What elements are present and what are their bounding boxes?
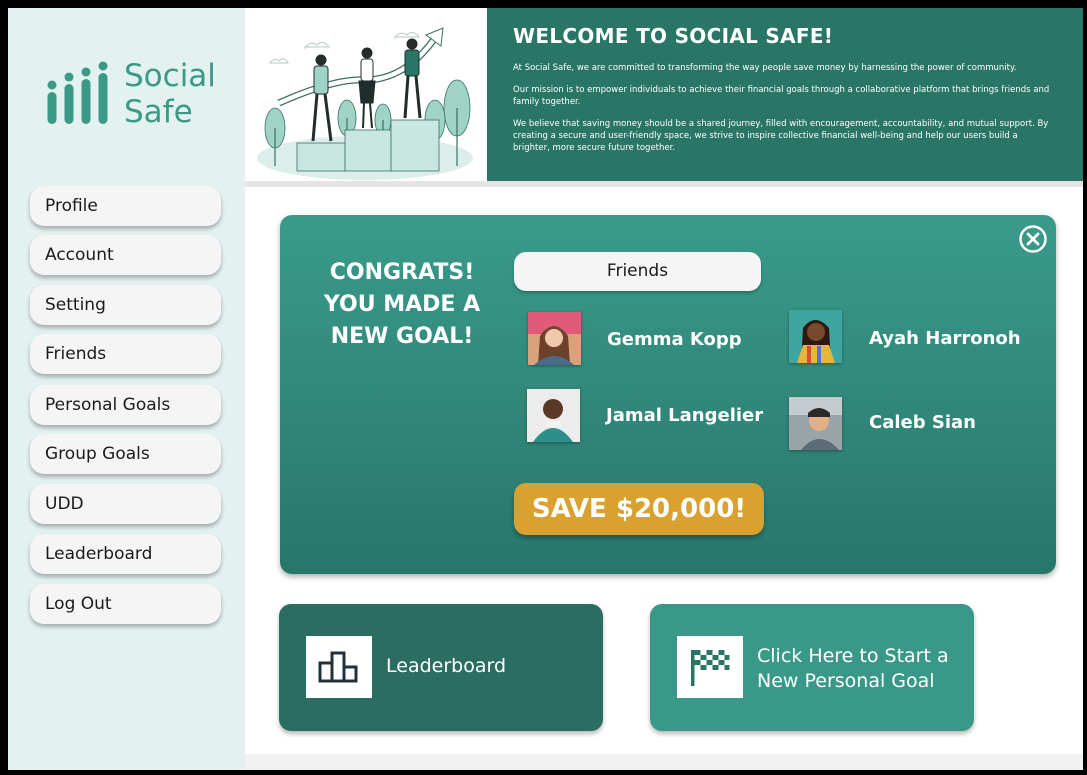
teamwork-illustration-image — [257, 27, 473, 180]
logo-text: Social Safe — [124, 58, 216, 130]
welcome-paragraph-3: We believe that saving money should be a… — [513, 119, 1049, 153]
avatar-photo — [789, 397, 842, 450]
checkered-flag-icon — [691, 650, 730, 686]
logo-line1: Social — [124, 58, 216, 94]
logo-line2: Safe — [124, 94, 193, 130]
friend-avatar-jamal[interactable] — [527, 389, 580, 442]
sidebar-item-profile[interactable]: Profile — [30, 186, 221, 226]
friend-name-2: Ayah Harronoh — [869, 328, 1021, 349]
sidebar-item-leaderboard[interactable]: Leaderboard — [30, 534, 221, 574]
close-button[interactable] — [1018, 224, 1048, 254]
friend-avatar-caleb[interactable] — [789, 397, 842, 450]
sidebar-item-group-goals[interactable]: Group Goals — [30, 434, 221, 474]
teamwork-illustration — [245, 8, 487, 181]
new-goal-label-line1: Click Here to Start a — [757, 645, 949, 667]
welcome-paragraph-1: At Social Safe, we are committed to tran… — [513, 63, 1017, 73]
logo: Social Safe — [44, 58, 224, 130]
new-goal-card-label: Click Here to Start a New Personal Goal — [757, 644, 949, 694]
sidebar: Social Safe Profile Account Setting Frie… — [8, 8, 245, 770]
close-icon — [1019, 225, 1047, 253]
sidebar-item-setting[interactable]: Setting — [30, 285, 221, 325]
sidebar-item-personal-goals[interactable]: Personal Goals — [30, 385, 221, 425]
leaderboard-card-label: Leaderboard — [386, 655, 507, 677]
friends-header[interactable]: Friends — [514, 252, 761, 291]
avatar-photo — [528, 312, 581, 365]
congrats-card: CONGRATS! YOU MADE A NEW GOAL! Friends G… — [280, 215, 1056, 574]
friend-name-3: Jamal Langelier — [606, 405, 764, 426]
friend-avatar-gemma[interactable] — [528, 312, 581, 365]
leaderboard-icon-box — [306, 636, 372, 698]
podium-icon — [318, 651, 358, 683]
sidebar-item-udd[interactable]: UDD — [30, 484, 221, 524]
leaderboard-card[interactable]: Leaderboard — [279, 604, 603, 731]
avatar-photo — [527, 389, 580, 442]
welcome-title: WELCOME TO SOCIAL SAFE! — [513, 24, 834, 48]
new-goal-icon-box — [677, 636, 743, 698]
congrats-title-line3: NEW GOAL! — [330, 324, 474, 349]
friend-name-1: Gemma Kopp — [607, 329, 742, 350]
congrats-title: CONGRATS! YOU MADE A NEW GOAL! — [306, 257, 498, 353]
bottom-bar — [245, 754, 1083, 770]
app-window: Social Safe Profile Account Setting Frie… — [8, 8, 1083, 770]
congrats-title-line1: CONGRATS! — [329, 260, 475, 285]
avatar-photo — [789, 310, 842, 363]
new-goal-card[interactable]: Click Here to Start a New Personal Goal — [650, 604, 974, 731]
welcome-paragraph-2: Our mission is to empower individuals to… — [513, 85, 1050, 107]
welcome-banner: WELCOME TO SOCIAL SAFE! At Social Safe, … — [487, 8, 1083, 181]
header-divider — [245, 181, 1083, 187]
save-goal-button[interactable]: SAVE $20,000! — [514, 483, 764, 535]
congrats-title-line2: YOU MADE A — [323, 292, 481, 317]
sidebar-item-friends[interactable]: Friends — [30, 334, 221, 374]
logo-bars-icon — [47, 61, 108, 124]
new-goal-label-line2: New Personal Goal — [757, 670, 935, 692]
sidebar-item-account[interactable]: Account — [30, 235, 221, 275]
friend-name-4: Caleb Sian — [869, 412, 976, 433]
friend-avatar-ayah[interactable] — [789, 310, 842, 363]
sidebar-item-log-out[interactable]: Log Out — [30, 584, 221, 624]
